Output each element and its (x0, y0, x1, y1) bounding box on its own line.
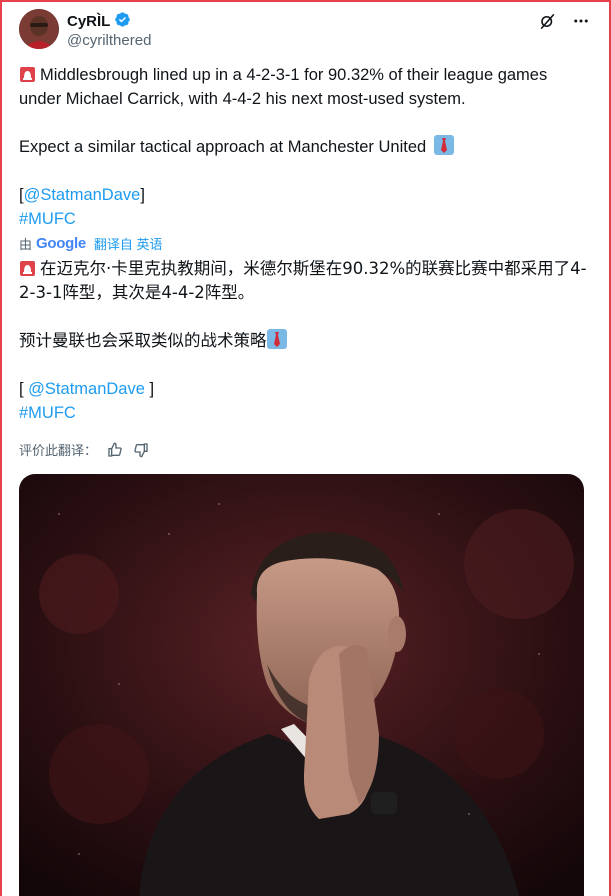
mention-link[interactable]: @StatmanDave (24, 186, 141, 204)
hashtag-link[interactable]: #MUFC (19, 210, 76, 228)
translated-hashtag-link[interactable]: #MUFC (19, 404, 76, 422)
siren-emoji-icon (19, 66, 36, 83)
post-header: CyRÌL @cyrilthered (19, 9, 591, 53)
rate-translation: 评价此翻译： (19, 440, 149, 459)
translated-mention-link[interactable]: @StatmanDave (28, 380, 145, 398)
bracket-close: ] (140, 186, 145, 204)
siren-emoji-icon (19, 260, 36, 277)
avatar[interactable] (19, 9, 59, 49)
necktie-emoji-icon (433, 135, 454, 155)
post-line-1: Middlesbrough lined up in a 4-2-3-1 for … (19, 66, 548, 108)
translated-bracket-open: [ (19, 380, 29, 398)
post-text: Middlesbrough lined up in a 4-2-3-1 for … (19, 63, 589, 231)
grok-icon[interactable] (537, 11, 557, 31)
translated-bracket-close: ] (144, 380, 155, 398)
translation-attribution: 由 Google 翻译自 英语 (19, 234, 163, 253)
verified-badge-icon (114, 11, 131, 32)
thumbs-up-icon[interactable] (107, 442, 123, 458)
thumbs-down-icon[interactable] (133, 442, 149, 458)
translated-line-1: 在迈克尔·卡里克执教期间，米德尔斯堡在90.32%的联赛比赛中都采用了4-2-3… (19, 259, 587, 302)
display-name[interactable]: CyRÌL (67, 13, 110, 30)
handle[interactable]: @cyrilthered (67, 32, 151, 49)
translated-line-2: 预计曼联也会采取类似的战术策略 (19, 331, 267, 350)
rate-translation-label: 评价此翻译： (19, 444, 98, 459)
translated-by-label: 由 (19, 237, 33, 252)
post-line-2: Expect a similar tactical approach at Ma… (19, 138, 427, 156)
necktie-emoji-icon (266, 329, 287, 349)
translated-from-link[interactable]: 翻译自 英语 (94, 234, 163, 253)
more-icon[interactable] (571, 11, 591, 31)
post-image[interactable] (19, 474, 584, 896)
google-logo: Google (36, 235, 86, 252)
translated-post-text: 在迈克尔·卡里克执教期间，米德尔斯堡在90.32%的联赛比赛中都采用了4-2-3… (19, 257, 589, 425)
